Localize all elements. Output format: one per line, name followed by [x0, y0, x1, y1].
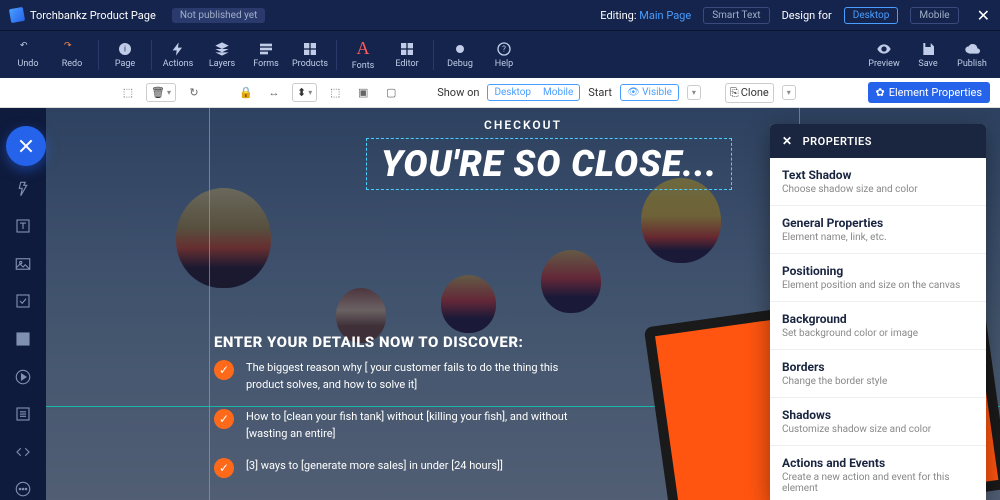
products-button[interactable]: Products [288, 33, 332, 77]
check-icon: ✓ [214, 458, 234, 478]
palette-box[interactable] [11, 328, 35, 350]
visibility-dropdown[interactable]: ▾ [687, 85, 701, 100]
close-fab[interactable] [6, 126, 46, 166]
editing-page-link[interactable]: Main Page [639, 9, 691, 22]
panel-section-positioning[interactable]: PositioningElement position and size on … [770, 254, 986, 302]
palette-code[interactable] [11, 441, 35, 463]
preview-button[interactable]: Preview [862, 33, 906, 77]
send-back-icon[interactable]: ▢ [381, 83, 401, 103]
reset-icon[interactable]: ↻ [184, 83, 204, 103]
panel-close-icon[interactable]: ✕ [782, 134, 793, 148]
bring-front-icon[interactable]: ▣ [353, 83, 373, 103]
fonts-button[interactable]: AFonts [341, 33, 385, 77]
workspace: CHECKOUT YOU'RE SO CLOSE... ENTER YOUR D… [0, 108, 1000, 500]
second-toolbar: ⬚ 🗑▾ ↻ 🔒 ↔ ⬍▾ ⬚ ▣ ▢ Show on DesktopMobil… [0, 78, 1000, 108]
panel-section-borders[interactable]: BordersChange the border style [770, 350, 986, 398]
palette-image[interactable] [11, 253, 35, 275]
width-icon[interactable]: ↔ [264, 83, 284, 103]
bullet-item[interactable]: ✓[3] ways to [generate more sales] in un… [214, 458, 574, 478]
clone-button[interactable]: ⎘ Clone [725, 83, 774, 103]
design-for-label: Design for [782, 9, 832, 22]
save-button[interactable]: Save [906, 33, 950, 77]
group-icon[interactable]: ⬚ [325, 83, 345, 103]
panel-title: PROPERTIES [803, 135, 872, 148]
bullet-item[interactable]: ✓How to [clean your fish tank] without [… [214, 409, 574, 442]
editor-button[interactable]: Editor [385, 33, 429, 77]
element-palette [0, 108, 46, 500]
lock-icon[interactable]: 🔒 [236, 83, 256, 103]
properties-panel: ✕ PROPERTIES Text ShadowChoose shadow siz… [770, 124, 986, 500]
align-dropdown[interactable]: ⬍▾ [292, 83, 317, 102]
start-label: Start [588, 86, 612, 99]
undo-button[interactable]: ↶Undo [6, 33, 50, 77]
svg-text:?: ? [502, 44, 506, 53]
panel-section-actions-events[interactable]: Actions and EventsCreate a new action an… [770, 446, 986, 500]
clone-dropdown[interactable]: ▾ [782, 85, 796, 100]
layers-button[interactable]: Layers [200, 33, 244, 77]
debug-button[interactable]: Debug [438, 33, 482, 77]
show-on-toggle[interactable]: DesktopMobile [487, 84, 580, 101]
palette-text[interactable] [11, 216, 35, 238]
editor-canvas[interactable]: CHECKOUT YOU'RE SO CLOSE... ENTER YOUR D… [46, 108, 1000, 500]
page-title: Torchbankz Product Page [30, 9, 156, 22]
forms-button[interactable]: Forms [244, 33, 288, 77]
design-desktop-button[interactable]: Desktop [844, 7, 899, 24]
design-mobile-button[interactable]: Mobile [910, 7, 958, 24]
delete-dropdown[interactable]: 🗑▾ [146, 83, 176, 102]
check-icon: ✓ [214, 409, 234, 429]
svg-text:i: i [124, 44, 126, 53]
palette-checkbox[interactable] [11, 291, 35, 313]
main-toolbar: ↶Undo ↷Redo iPage Actions Layers Forms P… [0, 30, 1000, 78]
show-on-label: Show on [437, 86, 479, 99]
smart-text-button[interactable]: Smart Text [703, 7, 769, 24]
panel-section-background[interactable]: BackgroundSet background color or image [770, 302, 986, 350]
close-icon[interactable]: ✕ [977, 6, 990, 25]
element-properties-button[interactable]: ✿ Element Properties [868, 82, 990, 103]
check-icon: ✓ [214, 360, 234, 380]
bullet-list: ✓The biggest reason why [ your customer … [214, 360, 574, 494]
app-logo [9, 7, 25, 23]
panel-section-general[interactable]: General PropertiesElement name, link, et… [770, 206, 986, 254]
panel-section-shadows[interactable]: ShadowsCustomize shadow size and color [770, 398, 986, 446]
page-button[interactable]: iPage [103, 33, 147, 77]
panel-section-text-shadow[interactable]: Text ShadowChoose shadow size and color [770, 158, 986, 206]
publish-status-badge: Not published yet [172, 8, 266, 23]
bullet-item[interactable]: ✓The biggest reason why [ your customer … [214, 360, 574, 393]
help-button[interactable]: ?Help [482, 33, 526, 77]
palette-video[interactable] [11, 366, 35, 388]
actions-button[interactable]: Actions [156, 33, 200, 77]
publish-button[interactable]: Publish [950, 33, 994, 77]
palette-more[interactable] [11, 479, 35, 500]
visibility-toggle[interactable]: 👁 Visible [620, 84, 679, 101]
headline-text-selected[interactable]: YOU'RE SO CLOSE... [366, 138, 732, 190]
selection-disabled-icon[interactable]: ⬚ [118, 83, 138, 103]
palette-list[interactable] [11, 403, 35, 425]
redo-button[interactable]: ↷Redo [50, 33, 94, 77]
top-bar: Torchbankz Product Page Not published ye… [0, 0, 1000, 30]
subhead-text[interactable]: ENTER YOUR DETAILS NOW TO DISCOVER: [214, 333, 523, 351]
palette-add-section[interactable] [11, 178, 35, 200]
editing-label: Editing: [600, 9, 636, 22]
